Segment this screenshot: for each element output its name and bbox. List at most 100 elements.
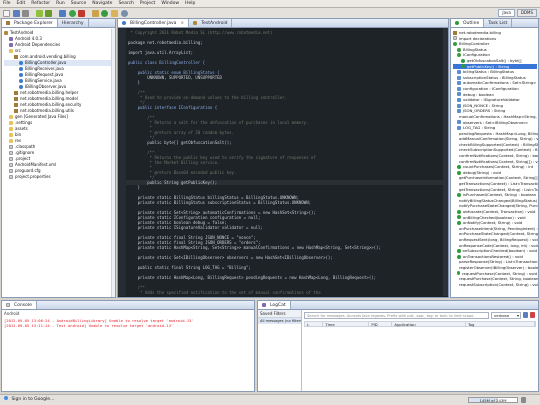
fld-icon <box>457 103 461 108</box>
meth-icon <box>457 215 461 220</box>
clear-log-icon[interactable] <box>530 312 535 318</box>
tab-hierarchy[interactable]: Hierarchy <box>58 19 89 27</box>
chevron-down-icon: ▾ <box>516 313 519 318</box>
meth-icon <box>457 193 461 198</box>
new-java-package-icon[interactable] <box>91 10 99 17</box>
menu-item-window[interactable]: Window <box>161 1 179 6</box>
gc-icon[interactable] <box>521 397 526 403</box>
package-explorer-scrollbar[interactable] <box>111 29 115 297</box>
tree-item[interactable]: project.properties <box>4 174 114 180</box>
log-level-value: verbose <box>494 313 510 318</box>
tree-item-label: Android Dependencies <box>15 42 61 47</box>
logcat-panel: LogCat Saved Filters All messages (no fi… <box>257 300 539 392</box>
open-type-icon[interactable] <box>110 10 118 17</box>
run-icon[interactable] <box>68 10 76 17</box>
perspective-java-button[interactable]: Java <box>498 9 515 17</box>
new-class-icon[interactable] <box>101 10 109 17</box>
menu-item-file[interactable]: File <box>3 1 11 6</box>
code-line: public class BillingController { <box>128 60 206 65</box>
proj-icon <box>4 31 8 35</box>
outline-tabbar: Outline Task List <box>451 19 538 28</box>
code-line: private static HashMap<String, Set<Strin… <box>128 245 381 250</box>
code-editor[interactable]: * Copyright 2011 Robot Media SL (http://… <box>118 28 448 296</box>
editor-gutter <box>118 28 126 296</box>
logcat-column-header[interactable]: Application <box>392 322 466 327</box>
tab-testandroid[interactable]: TestAndroid <box>189 19 233 27</box>
save-log-icon[interactable] <box>523 312 528 318</box>
logcat-column-header[interactable]: PID <box>369 322 393 327</box>
meth-icon <box>457 209 461 214</box>
memory-indicator[interactable]: 145M of 243M <box>468 397 518 403</box>
code-line: * Returns a salt for the obfuscation of … <box>128 120 309 125</box>
tab-console[interactable]: Console <box>2 301 37 309</box>
tab-label: Hierarchy <box>61 20 84 26</box>
fld-icon <box>457 109 461 114</box>
logcat-table-header: L Time PID Application Tag <box>304 321 536 327</box>
editor-scrollbar[interactable] <box>443 28 448 296</box>
filter-all-messages[interactable]: All messages (no filters) <box>258 318 301 324</box>
new-icon[interactable] <box>3 10 10 17</box>
file-icon <box>453 36 457 41</box>
logcat-icon <box>262 303 266 307</box>
external-tools-icon[interactable] <box>78 10 86 17</box>
console-output[interactable]: [2012-09-05 13:06:24 - AndroidBillingLib… <box>4 318 252 328</box>
tab-task-list[interactable]: Task List <box>484 19 513 27</box>
tab-label: TestAndroid <box>201 20 228 26</box>
file-icon <box>9 145 13 149</box>
console-icon <box>6 303 10 307</box>
menu-item-help[interactable]: Help <box>185 1 195 6</box>
search-icon[interactable] <box>120 10 128 17</box>
perspective-ddms-button[interactable]: DDMS <box>516 9 537 17</box>
pkg-icon <box>14 91 18 95</box>
meth-icon <box>461 64 465 69</box>
code-line: private static HashMap<Long, BillingRequ… <box>128 275 377 280</box>
avd-manager-icon[interactable] <box>45 10 53 17</box>
fld-icon <box>457 75 461 80</box>
code-line: * Used to provide on-demand values to th… <box>128 95 287 100</box>
tab-outline[interactable]: Outline <box>451 19 485 27</box>
code-line: UNKNOWN, SUPPORTED, UNSUPPORTED <box>128 75 222 80</box>
file-icon <box>9 163 13 167</box>
android-sdk-icon[interactable] <box>35 10 43 17</box>
menu-item-refactor[interactable]: Refactor <box>31 1 50 6</box>
tab-label: Package Explorer <box>14 20 53 26</box>
menu-item-run[interactable]: Run <box>56 1 65 6</box>
sign-in-link[interactable]: Sign in to Google... <box>11 397 54 402</box>
perspective-switcher: Java DDMS <box>498 9 537 17</box>
fld-icon <box>457 125 461 130</box>
log-level-select[interactable]: verbose ▾ <box>491 312 521 319</box>
tab-label: Outline <box>463 20 480 26</box>
tab-logcat[interactable]: LogCat <box>258 301 291 309</box>
save-icon[interactable] <box>12 10 20 17</box>
logcat-column-header[interactable]: Tag <box>466 322 535 327</box>
tab-package-explorer[interactable]: Package Explorer <box>2 19 58 27</box>
close-icon[interactable]: × <box>180 19 184 27</box>
file-icon <box>9 169 13 173</box>
menu-item-search[interactable]: Search <box>118 1 133 6</box>
logcat-column-header[interactable]: L <box>305 322 324 327</box>
menu-item-navigate[interactable]: Navigate <box>92 1 112 6</box>
tab-billingcontroller-java[interactable]: BillingController.java × <box>118 19 190 27</box>
console-project-label: Android <box>4 311 20 316</box>
logcat-column-header[interactable]: Time <box>323 322 370 327</box>
menu-item-project[interactable]: Project <box>140 1 155 6</box>
logcat-search-input[interactable]: Search for messages. Accepts Java regexe… <box>304 312 489 319</box>
cls-icon <box>457 47 461 52</box>
java-icon <box>19 85 23 89</box>
fld-icon <box>457 92 461 97</box>
debug-icon[interactable] <box>58 10 66 17</box>
folder-icon <box>9 49 13 53</box>
pkg-icon <box>14 103 18 107</box>
print-icon[interactable] <box>22 10 30 17</box>
menu-item-source[interactable]: Source <box>71 1 86 6</box>
cls-icon <box>457 53 461 58</box>
tab-label: LogCat <box>270 302 286 308</box>
meth-icon <box>461 58 465 63</box>
code-line: private static BillingStatus subscriptio… <box>128 200 312 205</box>
menu-bar: File Edit Refactor Run Source Navigate Search P… <box>0 0 540 8</box>
pkg-icon <box>14 109 18 113</box>
cls-icon <box>453 41 457 46</box>
outline-item[interactable]: requestSubscription(Context, String) : v… <box>453 282 538 288</box>
code-line: } <box>128 80 141 85</box>
menu-item-edit[interactable]: Edit <box>17 1 26 6</box>
